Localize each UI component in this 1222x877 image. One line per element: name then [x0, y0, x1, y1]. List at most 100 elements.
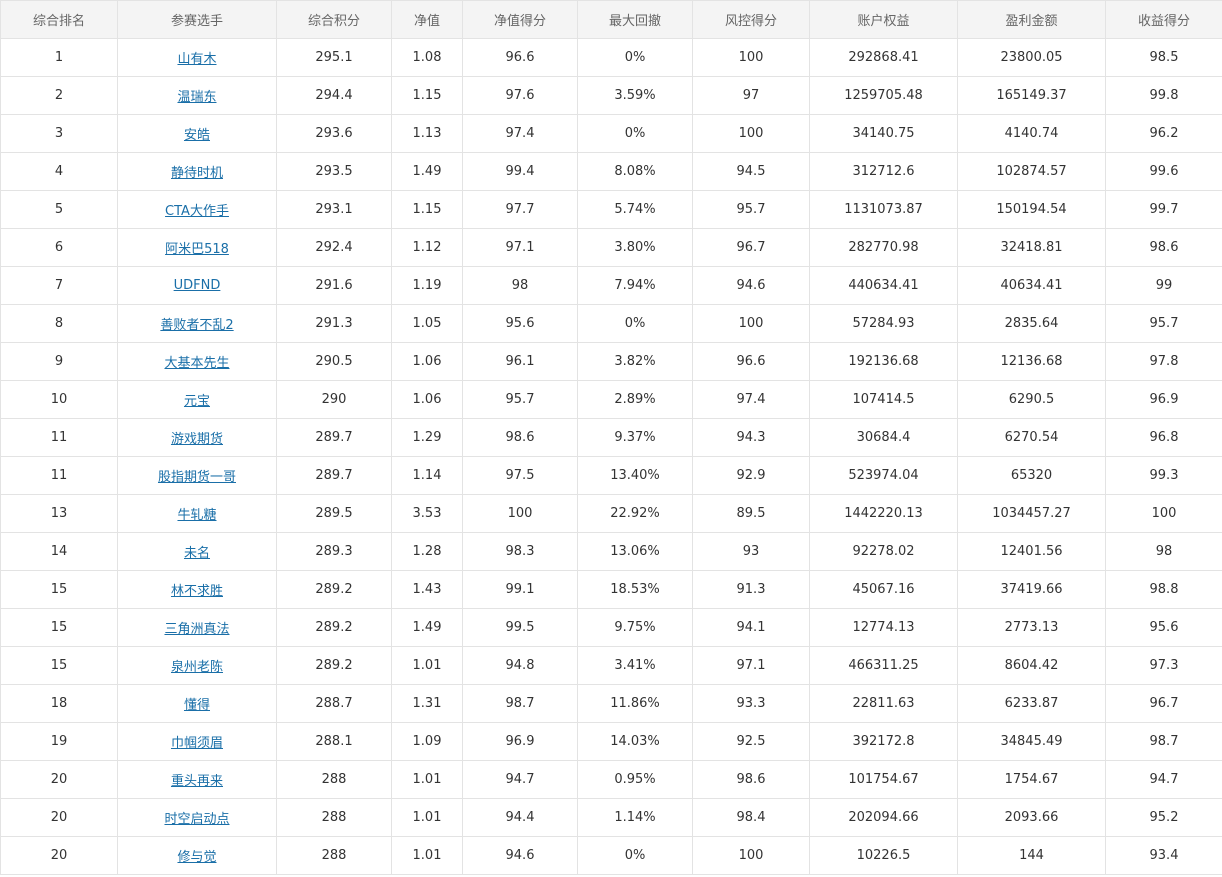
- net-value-score-cell: 99.5: [462, 608, 578, 647]
- player-link[interactable]: 阿米巴518: [165, 242, 229, 257]
- max-drawdown-cell: 9.37%: [577, 418, 693, 457]
- account-equity-cell: 292868.41: [809, 38, 958, 77]
- table-row: 6 阿米巴518 292.4 1.12 97.1 3.80% 96.7 282770.98 32…: [0, 228, 1222, 267]
- total-score-cell: 288: [276, 760, 392, 799]
- player-link[interactable]: 股指期货一哥: [158, 470, 236, 485]
- risk-score-cell: 96.7: [692, 228, 810, 267]
- max-drawdown-cell: 13.40%: [577, 456, 693, 495]
- player-link[interactable]: 游戏期货: [171, 432, 223, 447]
- rank-cell: 19: [0, 722, 118, 761]
- return-score-cell: 98: [1105, 532, 1222, 571]
- profit-amount-cell: 65320: [957, 456, 1106, 495]
- table-row: 8 善败者不乱2 291.3 1.05 95.6 0% 100 57284.93 2835.64…: [0, 304, 1222, 343]
- account-equity-cell: 202094.66: [809, 798, 958, 837]
- column-header-risk-score[interactable]: 风控得分: [692, 0, 810, 39]
- player-link[interactable]: 时空启动点: [164, 812, 229, 827]
- account-equity-cell: 34140.75: [809, 114, 958, 153]
- total-score-cell: 293.5: [276, 152, 392, 191]
- player-cell: 重头再来: [117, 760, 277, 799]
- net-value-cell: 1.12: [391, 228, 463, 267]
- rank-cell: 15: [0, 570, 118, 609]
- risk-score-cell: 91.3: [692, 570, 810, 609]
- net-value-score-cell: 100: [462, 494, 578, 533]
- account-equity-cell: 282770.98: [809, 228, 958, 267]
- player-link[interactable]: 林不求胜: [171, 584, 223, 599]
- table-row: 15 三角洲真法 289.2 1.49 99.5 9.75% 94.1 12774.13 277…: [0, 608, 1222, 647]
- player-cell: 牛轧糖: [117, 494, 277, 533]
- rank-cell: 1: [0, 38, 118, 77]
- column-header-net-value[interactable]: 净值: [391, 0, 463, 39]
- player-link[interactable]: 安皓: [184, 128, 210, 143]
- risk-score-cell: 100: [692, 38, 810, 77]
- net-value-cell: 1.13: [391, 114, 463, 153]
- column-header-profit-amount[interactable]: 盈利金额: [957, 0, 1106, 39]
- player-link[interactable]: 未名: [184, 546, 210, 561]
- player-link[interactable]: 静待时机: [171, 166, 223, 181]
- player-link[interactable]: CTA大作手: [165, 204, 229, 219]
- player-link[interactable]: 元宝: [184, 394, 210, 409]
- rank-cell: 6: [0, 228, 118, 267]
- column-header-max-drawdown[interactable]: 最大回撤: [577, 0, 693, 39]
- player-cell: 山有木: [117, 38, 277, 77]
- max-drawdown-cell: 7.94%: [577, 266, 693, 305]
- return-score-cell: 98.5: [1105, 38, 1222, 77]
- net-value-cell: 1.28: [391, 532, 463, 571]
- player-link[interactable]: 牛轧糖: [177, 508, 216, 523]
- player-cell: 元宝: [117, 380, 277, 419]
- column-header-account-equity[interactable]: 账户权益: [809, 0, 958, 39]
- net-value-cell: 1.49: [391, 608, 463, 647]
- max-drawdown-cell: 1.14%: [577, 798, 693, 837]
- net-value-cell: 1.06: [391, 342, 463, 381]
- player-link[interactable]: 山有木: [177, 52, 216, 67]
- rank-cell: 14: [0, 532, 118, 571]
- player-link[interactable]: 大基本先生: [164, 356, 229, 371]
- table-row: 20 重头再来 288 1.01 94.7 0.95% 98.6 101754.67 1754.…: [0, 760, 1222, 799]
- max-drawdown-cell: 0%: [577, 38, 693, 77]
- column-header-return-score[interactable]: 收益得分: [1105, 0, 1222, 39]
- account-equity-cell: 57284.93: [809, 304, 958, 343]
- return-score-cell: 93.4: [1105, 836, 1222, 875]
- player-link[interactable]: 修与觉: [177, 850, 216, 865]
- rank-cell: 11: [0, 456, 118, 495]
- column-header-rank[interactable]: 综合排名: [0, 0, 118, 39]
- net-value-cell: 1.01: [391, 760, 463, 799]
- profit-amount-cell: 12401.56: [957, 532, 1106, 571]
- total-score-cell: 291.6: [276, 266, 392, 305]
- player-link[interactable]: 重头再来: [171, 774, 223, 789]
- net-value-score-cell: 94.7: [462, 760, 578, 799]
- return-score-cell: 96.9: [1105, 380, 1222, 419]
- player-link[interactable]: 懂得: [184, 698, 210, 713]
- max-drawdown-cell: 3.80%: [577, 228, 693, 267]
- player-link[interactable]: 善败者不乱2: [160, 318, 233, 333]
- account-equity-cell: 312712.6: [809, 152, 958, 191]
- total-score-cell: 293.1: [276, 190, 392, 229]
- account-equity-cell: 466311.25: [809, 646, 958, 685]
- risk-score-cell: 94.5: [692, 152, 810, 191]
- rank-cell: 10: [0, 380, 118, 419]
- table-row: 1 山有木 295.1 1.08 96.6 0% 100 292868.41 23800.05 9…: [0, 38, 1222, 77]
- column-header-total-score[interactable]: 综合积分: [276, 0, 392, 39]
- player-link[interactable]: 三角洲真法: [164, 622, 229, 637]
- ranking-table: 综合排名 参赛选手 综合积分 净值 净值得分 最大回撤 风控得分 账户权益 盈利…: [0, 0, 1222, 875]
- max-drawdown-cell: 0%: [577, 114, 693, 153]
- total-score-cell: 289.7: [276, 456, 392, 495]
- profit-amount-cell: 165149.37: [957, 76, 1106, 115]
- return-score-cell: 99.8: [1105, 76, 1222, 115]
- player-link[interactable]: 温瑞东: [177, 90, 216, 105]
- column-header-net-value-score[interactable]: 净值得分: [462, 0, 578, 39]
- net-value-score-cell: 96.6: [462, 38, 578, 77]
- net-value-cell: 1.01: [391, 646, 463, 685]
- column-header-player[interactable]: 参赛选手: [117, 0, 277, 39]
- net-value-score-cell: 95.7: [462, 380, 578, 419]
- player-cell: 修与觉: [117, 836, 277, 875]
- account-equity-cell: 1442220.13: [809, 494, 958, 533]
- player-link[interactable]: 巾帼须眉: [171, 736, 223, 751]
- total-score-cell: 288.7: [276, 684, 392, 723]
- player-link[interactable]: 泉州老陈: [171, 660, 223, 675]
- risk-score-cell: 93.3: [692, 684, 810, 723]
- profit-amount-cell: 40634.41: [957, 266, 1106, 305]
- player-link[interactable]: UDFND: [174, 278, 221, 293]
- net-value-score-cell: 97.6: [462, 76, 578, 115]
- profit-amount-cell: 23800.05: [957, 38, 1106, 77]
- total-score-cell: 289.2: [276, 570, 392, 609]
